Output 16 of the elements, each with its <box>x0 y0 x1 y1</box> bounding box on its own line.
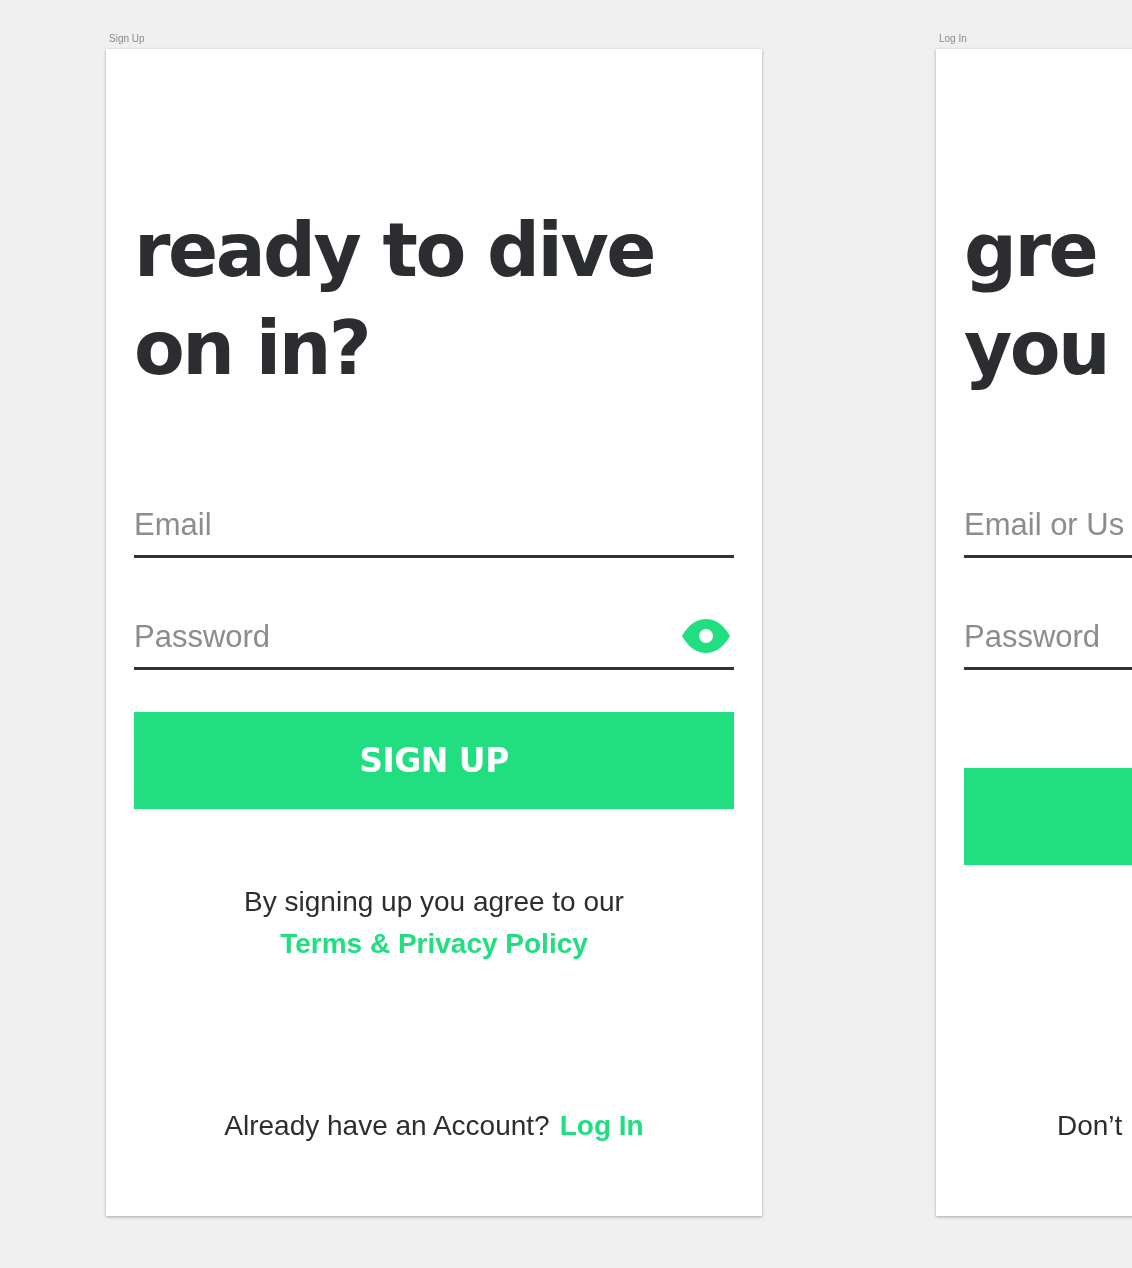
input-field[interactable]: Email or Us <box>964 495 1132 558</box>
eye-icon[interactable] <box>682 619 730 653</box>
primary-button[interactable]: SIGN UP <box>134 712 734 809</box>
heading: gre <box>964 206 1097 295</box>
artboard-label: Sign Up <box>109 32 145 46</box>
terms-link[interactable]: Terms & Privacy Policy <box>280 923 588 965</box>
artboard-label: Log In <box>939 32 967 46</box>
terms-text: By signing up you agree to our <box>244 885 624 919</box>
heading: on in? <box>134 304 370 393</box>
heading: you <box>964 304 1109 393</box>
heading: ready to dive <box>134 206 654 295</box>
footer-text: Don’t <box>1057 1109 1123 1143</box>
input-field[interactable]: Email <box>134 495 734 558</box>
login-link[interactable]: Log In <box>559 1110 644 1142</box>
footer-text: Already have an Account? <box>224 1109 550 1143</box>
input-field[interactable]: Password <box>964 607 1132 670</box>
